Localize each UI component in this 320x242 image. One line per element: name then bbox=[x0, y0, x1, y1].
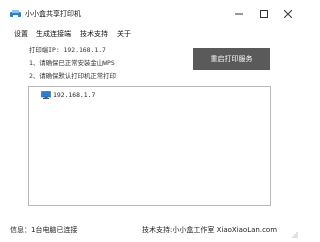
maximize-button[interactable] bbox=[255, 6, 273, 22]
restart-print-service-button[interactable]: 重启打印服务 bbox=[193, 48, 270, 70]
printer-app-icon bbox=[10, 10, 21, 18]
status-bar: 信息：1台电脑已连接 技术支持:小小盒工作室 XiaoXiaoLan.com bbox=[0, 218, 300, 242]
close-icon bbox=[284, 10, 292, 18]
printer-ip-text: 打印端IP: 192.168.1.7 bbox=[29, 46, 106, 54]
minimize-button[interactable] bbox=[230, 6, 248, 22]
status-value: 1台电脑已连接 bbox=[31, 226, 78, 234]
menu-item-generate-client[interactable]: 生成连接端 bbox=[36, 29, 71, 39]
menu-item-about[interactable]: 关于 bbox=[117, 29, 131, 39]
app-window: 小小盒共享打印机 设置 生成连接端 技术支持 关于 打印端IP: 192.168… bbox=[0, 0, 300, 242]
minimize-icon bbox=[235, 13, 243, 15]
menu-bar: 设置 生成连接端 技术支持 关于 bbox=[0, 28, 300, 40]
computer-icon bbox=[41, 91, 51, 99]
wps-requirement-text: 1、请确保已正常安装金山WPS bbox=[29, 59, 115, 67]
close-button[interactable] bbox=[279, 6, 297, 22]
default-printer-requirement-text: 2、请确保默认打印机正常打印 bbox=[29, 72, 116, 80]
tree-item-computer[interactable]: 192.168.1.7 bbox=[41, 91, 95, 99]
menu-item-support[interactable]: 技术支持 bbox=[80, 29, 108, 39]
connection-status: 信息：1台电脑已连接 bbox=[10, 225, 77, 235]
connected-computers-tree[interactable]: 192.168.1.7 bbox=[28, 86, 271, 206]
support-label: 技术支持:小小盒工作室 bbox=[142, 226, 215, 234]
title-bar[interactable]: 小小盒共享打印机 bbox=[0, 0, 300, 28]
window-title: 小小盒共享打印机 bbox=[25, 10, 81, 18]
tree-item-label: 192.168.1.7 bbox=[53, 91, 96, 99]
support-website-link[interactable]: XiaoXiaoLan.com bbox=[217, 226, 277, 234]
resize-grip-icon[interactable] bbox=[290, 230, 298, 238]
menu-item-settings[interactable]: 设置 bbox=[14, 29, 28, 39]
status-label: 信息： bbox=[10, 226, 31, 234]
maximize-icon bbox=[260, 10, 268, 18]
support-info: 技术支持:小小盒工作室 XiaoXiaoLan.com bbox=[142, 225, 277, 235]
